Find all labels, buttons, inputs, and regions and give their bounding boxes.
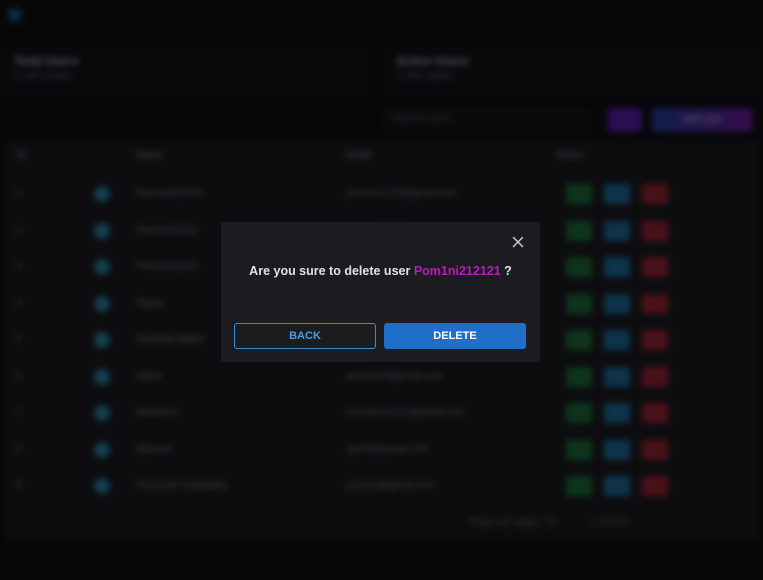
dialog-message: Are you sure to delete user Pom1ni212121… <box>221 264 540 278</box>
close-icon[interactable] <box>510 234 526 250</box>
dialog-username: Pom1ni212121 <box>413 264 501 278</box>
delete-confirm-dialog: Are you sure to delete user Pom1ni212121… <box>221 222 540 362</box>
back-button[interactable]: BACK <box>234 323 376 349</box>
dialog-message-suffix: ? <box>504 264 512 278</box>
dialog-message-prefix: Are you sure to delete user <box>249 264 411 278</box>
delete-button[interactable]: DELETE <box>384 323 526 349</box>
